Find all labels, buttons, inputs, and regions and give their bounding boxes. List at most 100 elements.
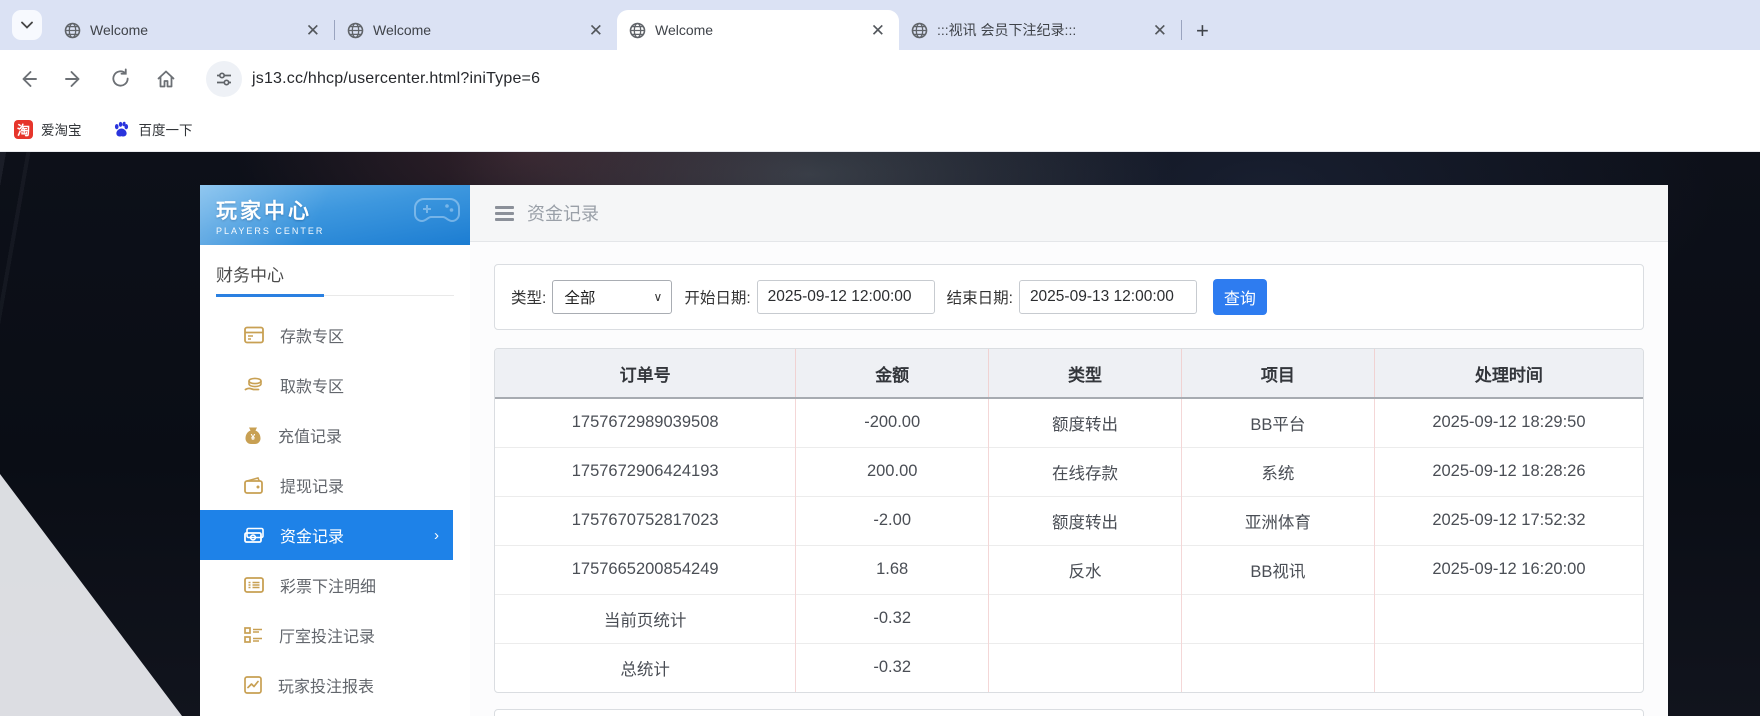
cell-order-no: 1757672906424193	[495, 447, 796, 496]
bookmark-label: 百度一下	[139, 119, 193, 139]
tab-close-icon[interactable]: ✕	[867, 20, 889, 41]
baidu-paw-icon	[112, 120, 131, 139]
sidebar-title: 玩家中心	[216, 195, 470, 225]
table-row: 1757665200854249 1.68 反水 BB视讯 2025-09-12…	[495, 545, 1643, 594]
globe-favicon	[64, 22, 81, 39]
tab-title: :::视讯 会员下注纪录:::	[937, 20, 1140, 40]
address-url[interactable]: js13.cc/hhcp/usercenter.html?iniType=6	[252, 70, 540, 88]
bookmark-label: 爱淘宝	[41, 119, 82, 139]
bookmark-baidu[interactable]: 百度一下	[112, 119, 193, 139]
table-row: 1757672906424193 200.00 在线存款 系统 2025-09-…	[495, 447, 1643, 496]
tab-search-button[interactable]	[12, 10, 42, 40]
table-row: 1757672989039508 -200.00 额度转出 BB平台 2025-…	[495, 398, 1643, 447]
globe-favicon	[911, 22, 928, 39]
sidebar-section-title: 财务中心	[216, 261, 454, 295]
moneybag-icon: ¥	[244, 426, 262, 445]
background-streaks	[0, 152, 210, 572]
cell-type: 额度转出	[989, 398, 1182, 447]
main-content: 资金记录 类型: 全部 ∨ 开始日期: 结束日期: 查询	[470, 185, 1668, 716]
tab-close-icon[interactable]: ✕	[1149, 20, 1171, 41]
table-row: 1757670752817023 -2.00 额度转出 亚洲体育 2025-09…	[495, 496, 1643, 545]
query-button[interactable]: 查询	[1213, 279, 1267, 315]
site-settings-icon[interactable]	[206, 61, 242, 97]
content-body: 类型: 全部 ∨ 开始日期: 结束日期: 查询 订单号 金额	[470, 242, 1668, 716]
reload-icon[interactable]	[108, 67, 132, 91]
cell-type: 在线存款	[989, 447, 1182, 496]
players-center-sidebar: 玩家中心 PLAYERS CENTER 财务中心 存款专区 取款专区	[200, 185, 470, 716]
cell-amount: -0.32	[796, 643, 989, 692]
sidebar-item-fund-record[interactable]: 资金记录 ›	[200, 510, 453, 560]
cell-type: 额度转出	[989, 496, 1182, 545]
header-type: 类型	[989, 349, 1182, 398]
globe-favicon	[347, 22, 364, 39]
home-icon[interactable]	[154, 67, 178, 91]
sidebar-menu: 存款专区 取款专区 ¥ 充值记录 提现记录	[200, 296, 470, 710]
start-date-input[interactable]	[757, 280, 935, 314]
cell-empty	[989, 643, 1182, 692]
tab-title: Welcome	[90, 22, 293, 38]
tab-betting-records[interactable]: :::视讯 会员下注纪录::: ✕	[899, 10, 1181, 50]
content-header: 资金记录	[470, 185, 1668, 242]
sidebar-banner: 玩家中心 PLAYERS CENTER	[200, 185, 470, 245]
tab-title: Welcome	[655, 22, 858, 38]
cell-process-time: 2025-09-12 16:20:00	[1374, 545, 1643, 594]
sidebar-section: 财务中心	[200, 245, 470, 296]
chevron-down-icon: ∨	[654, 290, 663, 304]
table-row-page-summary: 当前页统计 -0.32	[495, 594, 1643, 643]
cell-process-time: 2025-09-12 18:28:26	[1374, 447, 1643, 496]
cell-amount: 1.68	[796, 545, 989, 594]
table-header-row: 订单号 金额 类型 项目 处理时间	[495, 349, 1643, 398]
browser-tab-strip: Welcome ✕ Welcome ✕ Welcome ✕ :::视讯 会员下注…	[0, 0, 1760, 50]
sidebar-item-player-bet-report[interactable]: 玩家投注报表	[200, 660, 470, 710]
tab-welcome-2[interactable]: Welcome ✕	[335, 10, 617, 50]
sidebar-item-withdrawal-record[interactable]: 提现记录	[200, 460, 470, 510]
tab-separator	[1181, 20, 1182, 40]
banknote-icon	[244, 527, 264, 544]
tab-close-icon[interactable]: ✕	[585, 20, 607, 41]
header-amount: 金额	[796, 349, 989, 398]
sidebar-subtitle: PLAYERS CENTER	[216, 226, 470, 236]
back-icon[interactable]	[16, 67, 40, 91]
cell-empty	[1181, 594, 1374, 643]
sidebar-item-deposit-zone[interactable]: 存款专区	[200, 310, 470, 360]
cell-process-time: 2025-09-12 18:29:50	[1374, 398, 1643, 447]
header-order-no: 订单号	[495, 349, 796, 398]
sidebar-item-lottery-bet-details[interactable]: 彩票下注明细	[200, 560, 470, 610]
cell-summary-label: 当前页统计	[495, 594, 796, 643]
cell-amount: -2.00	[796, 496, 989, 545]
sidebar-item-label: 彩票下注明细	[280, 573, 376, 597]
cell-summary-label: 总统计	[495, 643, 796, 692]
sidebar-item-withdraw-zone[interactable]: 取款专区	[200, 360, 470, 410]
cell-amount: -200.00	[796, 398, 989, 447]
tab-close-icon[interactable]: ✕	[302, 20, 324, 41]
cell-empty	[1374, 643, 1643, 692]
sidebar-section-rule	[216, 295, 454, 296]
wallet-icon	[244, 477, 264, 494]
hamburger-icon[interactable]	[495, 206, 514, 221]
svg-text:¥: ¥	[251, 433, 256, 442]
end-date-input[interactable]	[1019, 280, 1197, 314]
cell-project: BB视讯	[1181, 545, 1374, 594]
bookmark-taobao[interactable]: 淘 爱淘宝	[14, 119, 82, 139]
list-squares-icon	[244, 627, 263, 643]
pagination-box	[494, 709, 1644, 716]
sidebar-item-room-bet-record[interactable]: 厅室投注记录	[200, 610, 470, 660]
end-date-label: 结束日期:	[947, 286, 1013, 308]
sidebar-item-label: 资金记录	[280, 523, 344, 547]
webpage-viewport: 玩家中心 PLAYERS CENTER 财务中心 存款专区 取款专区	[0, 152, 1760, 716]
type-select[interactable]: 全部 ∨	[552, 280, 672, 314]
report-chart-icon	[244, 676, 262, 694]
cell-empty	[1181, 643, 1374, 692]
sidebar-item-recharge-record[interactable]: ¥ 充值记录	[200, 410, 470, 460]
new-tab-button[interactable]: +	[1196, 20, 1209, 42]
list-doc-icon	[244, 577, 264, 593]
forward-icon[interactable]	[62, 67, 86, 91]
page-title: 资金记录	[527, 200, 599, 226]
tab-welcome-3-active[interactable]: Welcome ✕	[617, 10, 899, 50]
sidebar-item-label: 充值记录	[278, 423, 342, 447]
cell-order-no: 1757672989039508	[495, 398, 796, 447]
tab-welcome-1[interactable]: Welcome ✕	[52, 10, 334, 50]
browser-toolbar: js13.cc/hhcp/usercenter.html?iniType=6	[0, 50, 1760, 107]
cell-amount: 200.00	[796, 447, 989, 496]
cell-project: BB平台	[1181, 398, 1374, 447]
